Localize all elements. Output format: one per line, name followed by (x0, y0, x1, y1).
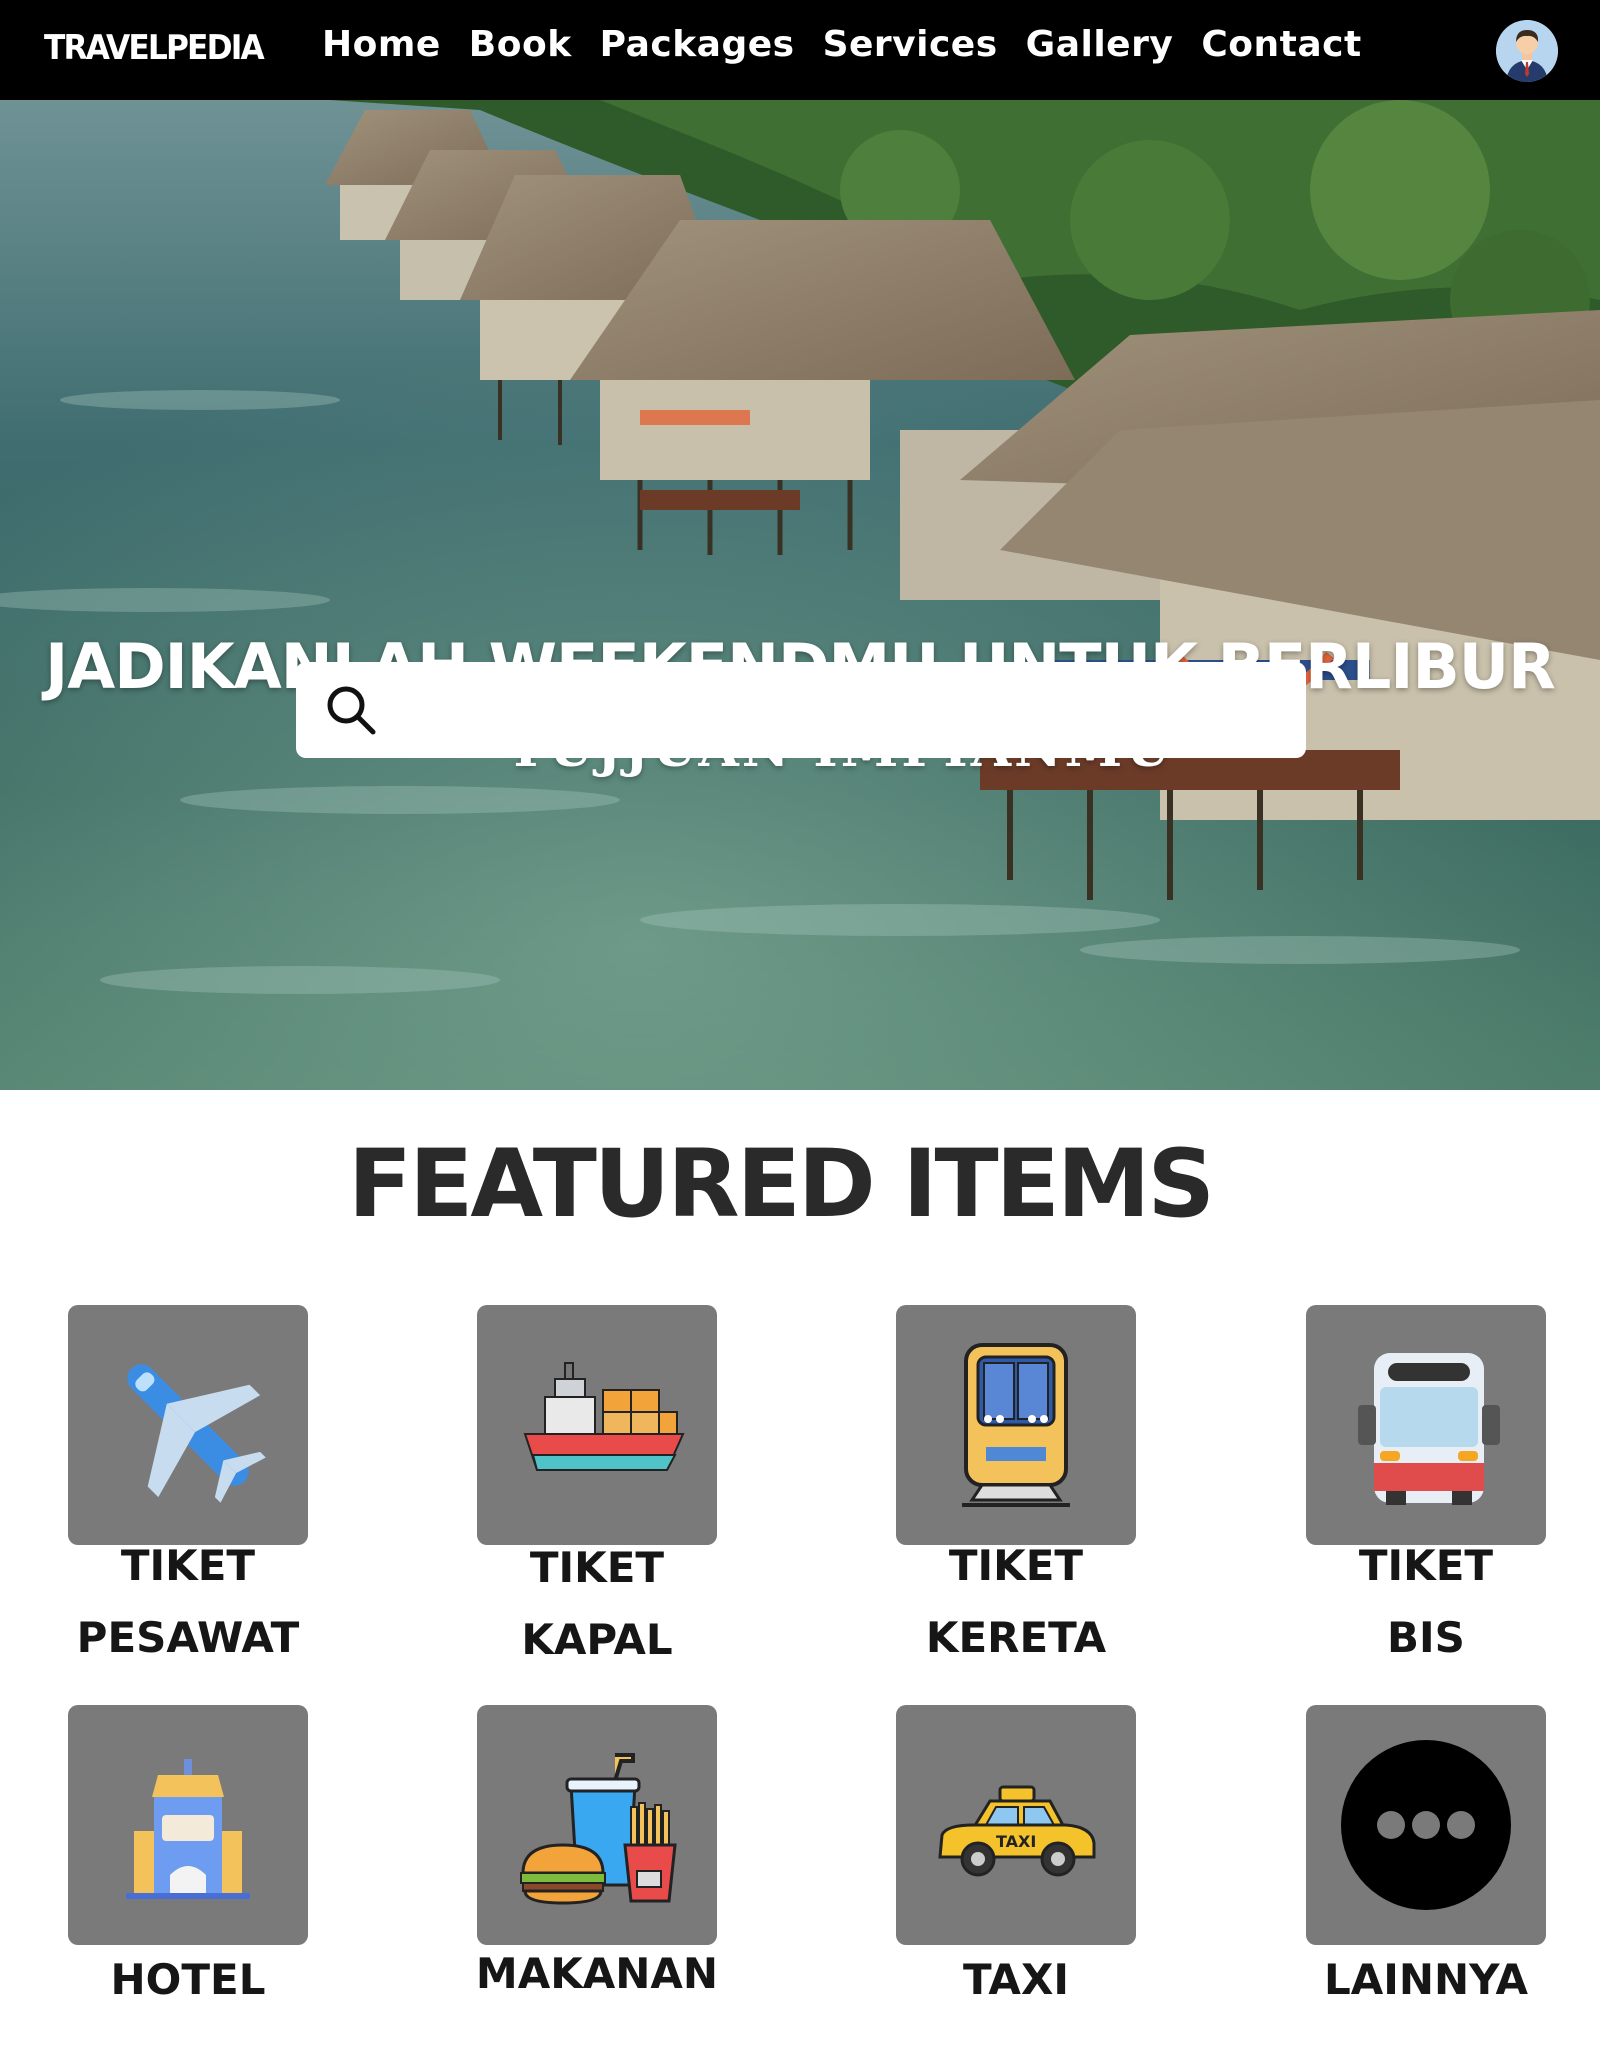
search-input[interactable] (401, 662, 1306, 758)
featured-label-tiket-bis: TIKET BIS (1276, 1530, 1576, 1674)
featured-label-hotel: HOTEL (38, 1944, 338, 2016)
featured-label-line-1: TIKET (1358, 1541, 1494, 1590)
featured-label-line-1: TAXI (963, 1955, 1069, 2004)
nav-link-book[interactable]: Book (469, 24, 572, 65)
more-icon (1341, 1740, 1511, 1910)
hotel-icon (126, 1759, 250, 1899)
ship-icon (523, 1362, 685, 1471)
nav-link-services[interactable]: Services (823, 24, 998, 65)
featured-item-makanan[interactable] (477, 1705, 717, 1945)
nav-link-contact[interactable]: Contact (1201, 24, 1361, 65)
featured-label-line-1: TIKET (120, 1541, 256, 1590)
food-icon (520, 1753, 677, 1905)
featured-item-tiket-bis[interactable] (1306, 1305, 1546, 1545)
featured-label-line-1: MAKANAN (475, 1949, 719, 1998)
hero-banner: JADIKANLAH WEEKENDMU UNTUK BERLIBUR TUJJ… (0, 100, 1600, 1090)
featured-label-line-1: HOTEL (110, 1955, 266, 2004)
taxi-icon: TAXI (938, 1785, 1096, 1877)
featured-item-tiket-pesawat[interactable] (68, 1305, 308, 1545)
nav-link-home[interactable]: Home (322, 24, 441, 65)
featured-item-taxi[interactable]: TAXI (896, 1705, 1136, 1945)
featured-label-line-2: BIS (1387, 1613, 1465, 1662)
featured-label-tiket-pesawat: TIKET PESAWAT (38, 1530, 338, 1674)
site-logo[interactable]: TRAVELPEDIA (44, 28, 265, 68)
train-icon (962, 1343, 1070, 1507)
featured-item-tiket-kereta[interactable] (896, 1305, 1136, 1545)
bus-icon (1358, 1353, 1500, 1505)
featured-label-line-1: TIKET (948, 1541, 1084, 1590)
featured-label-line-2: KERETA (925, 1613, 1107, 1662)
nav-link-packages[interactable]: Packages (600, 24, 795, 65)
svg-text:TAXI: TAXI (996, 1832, 1036, 1851)
featured-label-line-2: KAPAL (521, 1615, 673, 1664)
nav-links: Home Book Packages Services Gallery Cont… (322, 24, 1362, 65)
featured-label-taxi: TAXI (866, 1944, 1166, 2016)
featured-item-hotel[interactable] (68, 1705, 308, 1945)
featured-label-line-2: PESAWAT (76, 1613, 300, 1662)
navbar: TRAVELPEDIA Home Book Packages Services … (0, 0, 1600, 100)
featured-item-lainnya[interactable] (1306, 1705, 1546, 1945)
featured-label-tiket-kereta: TIKET KERETA (866, 1530, 1166, 1674)
featured-label-makanan: MAKANAN (447, 1938, 747, 2010)
nav-link-gallery[interactable]: Gallery (1026, 24, 1174, 65)
search-bar (296, 662, 1306, 758)
user-avatar-icon (1496, 20, 1558, 82)
hero-background-image (0, 100, 1600, 1090)
featured-label-tiket-kapal: TIKET KAPAL (447, 1532, 747, 1676)
featured-label-lainnya: LAINNYA (1276, 1944, 1576, 2016)
featured-label-line-1: TIKET (529, 1543, 665, 1592)
user-avatar[interactable] (1496, 20, 1558, 82)
featured-title: FEATURED ITEMS (347, 1130, 1215, 1239)
featured-item-tiket-kapal[interactable] (477, 1305, 717, 1545)
search-icon[interactable] (321, 680, 381, 740)
featured-label-line-1: LAINNYA (1323, 1955, 1529, 2004)
airplane-icon (127, 1364, 266, 1503)
